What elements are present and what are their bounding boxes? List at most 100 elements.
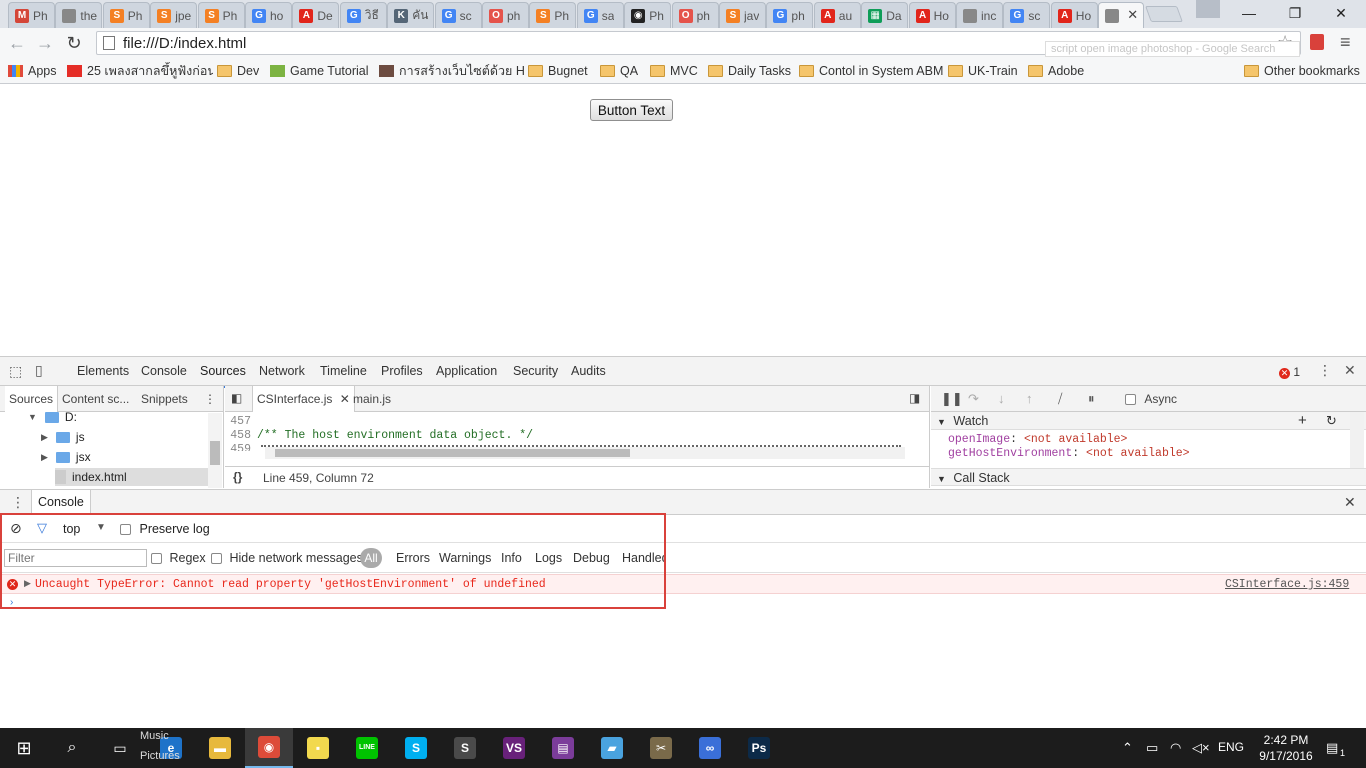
browser-tab[interactable]: ◉ Ph: [624, 2, 672, 28]
notification-icon[interactable]: ▤: [1326, 740, 1338, 756]
taskbar-app-infinity[interactable]: ∞: [686, 728, 734, 768]
context-selector[interactable]: top: [63, 522, 80, 536]
drawer-tab-console[interactable]: Console: [31, 490, 91, 515]
watch-header[interactable]: ▼ Watch + ↻: [931, 412, 1366, 430]
tree-item-index-html[interactable]: index.html: [55, 468, 208, 486]
taskbar-chrome[interactable]: ◉: [245, 728, 293, 768]
scroll-thumb[interactable]: [210, 441, 220, 465]
taskbar-skype[interactable]: S: [392, 728, 440, 768]
browser-tab[interactable]: A Ho: [908, 2, 956, 28]
back-button[interactable]: ←: [6, 32, 28, 54]
navigator-menu-icon[interactable]: ⋮: [204, 392, 216, 406]
browser-tab[interactable]: Oph: [482, 2, 529, 28]
browser-tab[interactable]: Gsa: [576, 2, 624, 28]
taskbar-sticky-notes[interactable]: ▪: [294, 728, 342, 768]
error-count-badge[interactable]: ✕ 1: [1279, 365, 1300, 379]
bookmark-11[interactable]: Adobe: [1028, 62, 1084, 80]
browser-tab[interactable]: Sjav: [719, 2, 766, 28]
browser-tab[interactable]: K คัน: [387, 2, 435, 28]
show-hidden-icons[interactable]: ⌃: [1122, 740, 1133, 756]
clear-console-icon[interactable]: ⊘: [10, 520, 22, 537]
level-handled[interactable]: Handled: [622, 551, 665, 565]
checkbox[interactable]: [211, 553, 222, 565]
browser-tab[interactable]: Gsc: [1003, 2, 1051, 28]
tree-item-js[interactable]: ▶ js: [41, 428, 85, 446]
browser-tab[interactable]: the: [55, 2, 103, 28]
toggle-navigator-icon[interactable]: ◧: [231, 391, 242, 405]
regex-toggle[interactable]: Regex: [151, 551, 206, 565]
taskbar-app-blue[interactable]: ▰: [588, 728, 636, 768]
level-warnings[interactable]: Warnings: [439, 551, 491, 565]
tree-item-jsx[interactable]: ▶ jsx: [41, 448, 91, 466]
bookmark-6[interactable]: QA: [600, 62, 638, 80]
editor-tab-csinterface[interactable]: CSInterface.js ✕: [252, 386, 355, 412]
omnibox-suggestion[interactable]: script open image photoshop - Google Sea…: [1045, 41, 1300, 57]
async-toggle[interactable]: Async: [1125, 392, 1177, 406]
checkbox[interactable]: [120, 524, 131, 536]
inspect-icon[interactable]: ⬚: [9, 363, 22, 380]
watch-item[interactable]: getHostEnvironment: <not available>: [948, 447, 1190, 461]
browser-tab[interactable]: S Ph: [529, 2, 577, 28]
filter-input[interactable]: [4, 549, 147, 567]
tab-console[interactable]: Console: [141, 364, 187, 378]
clock[interactable]: 2:42 PM 9/17/2016: [1256, 732, 1316, 764]
step-out-icon[interactable]: ↑: [1026, 391, 1033, 406]
restore-button[interactable]: ❐: [1272, 0, 1318, 26]
bookmark-3[interactable]: Game Tutorial: [270, 62, 369, 80]
taskbar-file-explorer[interactable]: ▬: [196, 728, 244, 768]
editor-tab-main[interactable]: main.js: [353, 392, 391, 406]
reload-button[interactable]: ↻: [63, 32, 85, 54]
task-view-button[interactable]: ▭: [96, 728, 144, 768]
tab-audits[interactable]: Audits: [571, 364, 606, 378]
bookmark-2[interactable]: Dev: [217, 62, 259, 80]
browser-tab[interactable]: ✕: [1098, 2, 1145, 28]
filter-icon[interactable]: ▽: [37, 520, 47, 536]
browser-tab[interactable]: inc: [956, 2, 1003, 28]
browser-tab[interactable]: S Ph: [102, 2, 150, 28]
step-over-icon[interactable]: ↷: [968, 391, 979, 407]
bookmark-4[interactable]: การสร้างเว็บไซต์ด้วย HTM: [379, 62, 524, 80]
tab-nav-content-scripts[interactable]: Content sc...: [62, 392, 129, 406]
profile-button[interactable]: [1196, 0, 1220, 18]
step-into-icon[interactable]: ↓: [998, 391, 1005, 406]
taskbar-winrar[interactable]: ▤: [539, 728, 587, 768]
drawer-menu-icon[interactable]: ⋮: [11, 494, 25, 511]
error-source-link[interactable]: CSInterface.js:459: [1225, 578, 1349, 591]
pause-icon[interactable]: ❚❚: [941, 391, 963, 407]
browser-tab[interactable]: A De: [292, 2, 340, 28]
console-error-message[interactable]: ✕ ▶ Uncaught TypeError: Cannot read prop…: [0, 574, 1366, 594]
close-window-button[interactable]: ✕: [1318, 0, 1364, 26]
start-button[interactable]: ⊞: [0, 728, 48, 768]
close-tab-icon[interactable]: ✕: [1127, 7, 1138, 23]
search-button[interactable]: ⌕: [48, 728, 96, 768]
tab-security[interactable]: Security: [513, 364, 558, 378]
taskbar-line[interactable]: LINE: [343, 728, 391, 768]
pdf-extension-icon[interactable]: [1310, 34, 1324, 50]
bookmark-0[interactable]: Apps: [8, 62, 57, 80]
navigator-scrollbar[interactable]: [208, 413, 222, 488]
debugger-scrollbar[interactable]: [1350, 412, 1364, 468]
level-debug[interactable]: Debug: [573, 551, 610, 565]
browser-tab[interactable]: M Ph: [8, 2, 55, 28]
browser-tab[interactable]: Gsc: [434, 2, 482, 28]
language-indicator[interactable]: ENG: [1218, 740, 1244, 754]
bookmark-8[interactable]: Daily Tasks: [708, 62, 791, 80]
taskbar-sublime[interactable]: S: [441, 728, 489, 768]
expand-arrow-icon[interactable]: ▶: [24, 578, 31, 589]
minimize-button[interactable]: —: [1226, 0, 1272, 26]
close-drawer-icon[interactable]: ✕: [1344, 494, 1356, 511]
browser-tab[interactable]: Sjpe: [150, 2, 198, 28]
browser-tab[interactable]: Gho: [245, 2, 292, 28]
volume-icon[interactable]: ◁×: [1192, 740, 1210, 756]
browser-tab[interactable]: G วิธี: [339, 2, 387, 28]
pause-on-exceptions-icon[interactable]: ⏸: [1088, 391, 1095, 407]
tab-network[interactable]: Network: [259, 364, 305, 378]
device-toolbar-icon[interactable]: ▯: [35, 362, 43, 379]
level-errors[interactable]: Errors: [396, 551, 430, 565]
context-dropdown-icon[interactable]: ▼: [96, 522, 106, 533]
checkbox[interactable]: [1125, 394, 1136, 406]
menu-icon[interactable]: ≡: [1340, 32, 1351, 53]
refresh-watch-icon[interactable]: ↻: [1326, 412, 1337, 430]
tab-sources[interactable]: Sources: [194, 364, 252, 388]
call-stack-header[interactable]: ▼ Call Stack: [931, 468, 1366, 486]
